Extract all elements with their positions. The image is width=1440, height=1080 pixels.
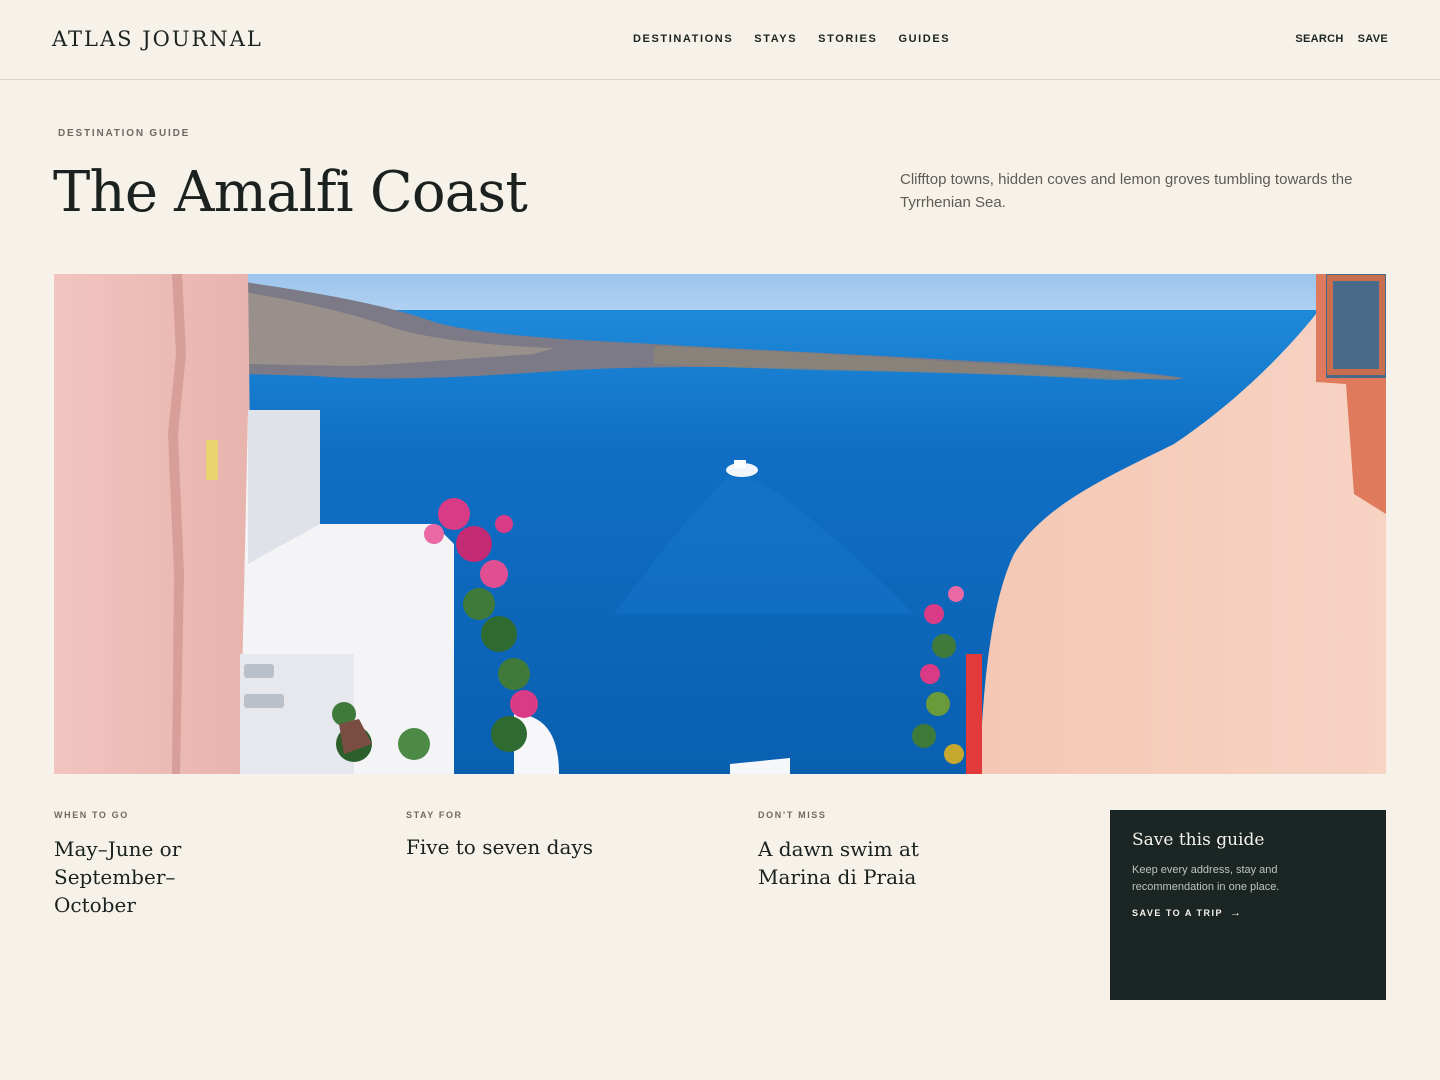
fact-label: DON’T MISS — [758, 810, 827, 820]
nav-stays[interactable]: STAYS — [754, 33, 797, 45]
section-eyebrow: DESTINATION GUIDE — [58, 128, 191, 139]
site-header: ATLAS JOURNAL DESTINATIONS STAYS STORIES… — [0, 0, 1440, 80]
fact-value: A dawn swim at Marina di Praia — [758, 837, 919, 889]
save-link[interactable]: SAVE — [1358, 33, 1388, 45]
fact-when-to-go: WHEN TO GO May–June or September–October — [54, 810, 354, 919]
save-to-trip-button[interactable]: SAVE TO A TRIP → — [1132, 907, 1364, 919]
site-logo[interactable]: ATLAS JOURNAL — [52, 27, 263, 51]
arrow-right-icon: → — [1230, 907, 1242, 919]
main-nav: DESTINATIONS STAYS STORIES GUIDES — [633, 33, 950, 45]
save-guide-card: Save this guide Keep every address, stay… — [1110, 810, 1386, 1000]
fact-value: Five to seven days — [406, 835, 593, 859]
fact-stay-for: STAY FOR Five to seven days — [406, 810, 706, 861]
nav-destinations[interactable]: DESTINATIONS — [633, 33, 733, 45]
save-to-trip-label: SAVE TO A TRIP — [1132, 908, 1224, 918]
nav-guides[interactable]: GUIDES — [898, 33, 950, 45]
fact-dont-miss: DON’T MISS A dawn swim at Marina di Prai… — [758, 810, 1058, 891]
fact-label: WHEN TO GO — [54, 810, 129, 820]
search-link[interactable]: SEARCH — [1295, 33, 1343, 45]
hero-image — [54, 274, 1386, 774]
fact-value: May–June or September–October — [54, 837, 182, 917]
fact-label: STAY FOR — [406, 810, 463, 820]
intro-text: Clifftop towns, hidden coves and lemon g… — [900, 171, 1353, 211]
save-card-title: Save this guide — [1132, 830, 1265, 850]
page-title: The Amalfi Coast — [53, 160, 528, 225]
save-card-description: Keep every address, stay and recommendat… — [1132, 864, 1280, 893]
hero-photo-illustration — [54, 274, 1386, 774]
nav-stories[interactable]: STORIES — [818, 33, 877, 45]
utility-nav: SEARCH SAVE — [1295, 33, 1388, 45]
